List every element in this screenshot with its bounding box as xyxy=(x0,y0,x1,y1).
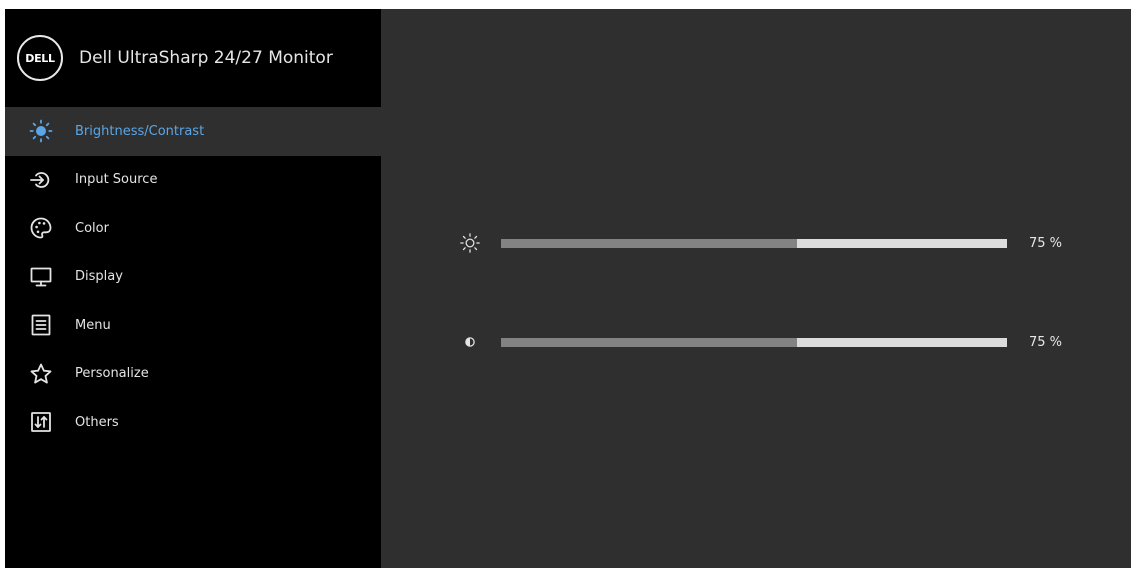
others-icon xyxy=(29,410,53,434)
menu-item-personalize[interactable]: Personalize xyxy=(5,350,381,399)
menu-item-label: Others xyxy=(75,414,119,430)
dell-logo: DELL xyxy=(17,35,63,81)
osd-header: DELL Dell UltraSharp 24/27 Monitor xyxy=(5,9,381,107)
menu-item-others[interactable]: Others xyxy=(5,398,381,447)
star-icon xyxy=(29,362,53,386)
contrast-value: 75 % xyxy=(1029,334,1063,350)
menu-item-input-source[interactable]: Input Source xyxy=(5,156,381,205)
menu-item-label: Personalize xyxy=(75,366,149,382)
settings-panel: 75 % 75 % xyxy=(381,9,1131,568)
contrast-slider-fill xyxy=(501,337,797,347)
menu-item-brightness-contrast[interactable]: Brightness/Contrast xyxy=(5,107,381,156)
brightness-icon xyxy=(459,232,481,254)
contrast-icon xyxy=(459,331,481,353)
menu-list-icon xyxy=(29,313,53,337)
palette-icon xyxy=(29,216,53,240)
menu-item-label: Input Source xyxy=(75,172,158,188)
sun-icon xyxy=(29,119,53,143)
menu-item-label: Menu xyxy=(75,317,111,333)
contrast-slider[interactable] xyxy=(501,337,1007,347)
brightness-value: 75 % xyxy=(1029,235,1063,251)
osd-menu: Brightness/Contrast Input Source Color D… xyxy=(5,107,381,447)
logo-text: DELL xyxy=(25,51,55,65)
menu-item-label: Display xyxy=(75,269,123,285)
monitor-osd: DELL Dell UltraSharp 24/27 Monitor Brigh… xyxy=(5,9,1131,568)
menu-item-color[interactable]: Color xyxy=(5,204,381,253)
input-source-icon xyxy=(29,168,53,192)
monitor-title: Dell UltraSharp 24/27 Monitor xyxy=(79,48,333,68)
contrast-slider-row: 75 % xyxy=(459,330,1079,354)
menu-item-display[interactable]: Display xyxy=(5,253,381,302)
brightness-slider[interactable] xyxy=(501,238,1007,248)
brightness-slider-fill xyxy=(501,238,797,248)
monitor-icon xyxy=(29,265,53,289)
menu-item-menu[interactable]: Menu xyxy=(5,301,381,350)
brightness-slider-row: 75 % xyxy=(459,231,1079,255)
menu-item-label: Color xyxy=(75,220,109,236)
sidebar: DELL Dell UltraSharp 24/27 Monitor Brigh… xyxy=(5,9,381,568)
menu-item-label: Brightness/Contrast xyxy=(75,123,205,139)
